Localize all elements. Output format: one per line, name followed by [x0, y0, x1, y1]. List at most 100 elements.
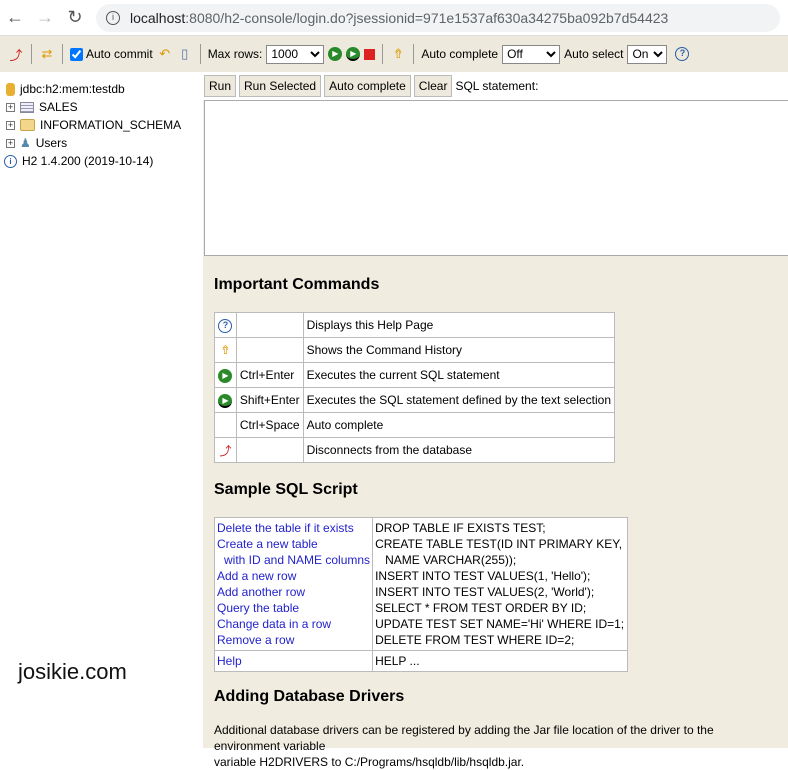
auto-commit-toggle[interactable]: Auto commit — [70, 47, 153, 61]
command-desc: Disconnects from the database — [302, 437, 616, 463]
drivers-title: Adding Database Drivers — [214, 688, 405, 705]
command-key: Shift+Enter — [235, 387, 304, 413]
auto-select-label: Auto select — [564, 47, 624, 61]
tree-item-users[interactable]: + ♟ Users — [6, 134, 203, 152]
separator — [62, 44, 63, 64]
refresh-icon[interactable]: ⇄ — [39, 46, 55, 62]
history-icon[interactable]: ⇮ — [390, 46, 406, 62]
run-icon[interactable]: ▶ — [328, 47, 343, 61]
help-panel: Important Commands ? Displays this Help P… — [203, 256, 788, 770]
auto-select-select[interactable]: On — [627, 44, 668, 64]
sql-editor[interactable] — [204, 100, 788, 256]
sample-link[interactable]: Add a new row — [217, 568, 370, 584]
separator — [382, 44, 384, 64]
info-icon[interactable]: i — [106, 10, 120, 25]
rollback-icon[interactable]: ↶ — [157, 46, 173, 62]
url-host: localhost — [130, 9, 186, 26]
url-path: :8080/h2-console/login.do?jsessionid=971… — [185, 9, 669, 26]
max-rows-select[interactable]: 1000 — [266, 44, 325, 64]
sample-sql-title: Sample SQL Script — [214, 481, 358, 498]
watermark: josikie.com — [18, 659, 127, 684]
auto-complete-button[interactable]: Auto complete — [324, 75, 411, 97]
separator — [199, 44, 201, 64]
run-button[interactable]: Run — [204, 75, 237, 97]
sample-sql: CREATE TABLE TEST(ID INT PRIMARY KEY, — [375, 537, 623, 551]
expand-icon[interactable]: + — [6, 120, 15, 130]
sample-link[interactable]: Remove a row — [217, 632, 370, 648]
command-desc: Executes the current SQL statement — [302, 362, 616, 388]
separator — [413, 44, 415, 64]
help-icon[interactable]: ? — [675, 47, 690, 61]
table-icon — [20, 101, 34, 113]
sample-link[interactable]: Query the table — [217, 600, 370, 616]
run-icon: ▶ — [218, 369, 233, 383]
table-row: ▶ Shift+Enter Executes the SQL statement d… — [214, 387, 616, 413]
clear-button[interactable]: Clear — [413, 75, 453, 97]
sample-link[interactable]: with ID and NAME columns — [217, 552, 370, 568]
commit-icon[interactable]: ▯ — [177, 46, 193, 62]
command-desc: Auto complete — [302, 412, 616, 438]
command-key — [235, 312, 304, 338]
sample-link[interactable]: Create a new table — [217, 536, 370, 552]
sample-sql: UPDATE TEST SET NAME='Hi' WHERE ID=1; — [375, 617, 625, 631]
history-icon: ⇮ — [220, 343, 231, 357]
tree-item-label: Users — [35, 136, 68, 150]
sample-sql: INSERT INTO TEST VALUES(2, 'World'); — [375, 585, 595, 599]
tree-item-sales[interactable]: + SALES — [6, 98, 203, 116]
run-selected-button[interactable]: Run Selected — [239, 75, 322, 97]
sample-link[interactable]: Change data in a row — [217, 616, 370, 632]
main-panel: Run Run Selected Auto complete Clear SQL… — [203, 72, 788, 769]
drivers-text: variable H2DRIVERS to C:/Programs/hsqldb… — [214, 755, 525, 769]
table-row: ▶ Ctrl+Enter Executes the current SQL stat… — [214, 362, 616, 388]
auto-complete-select[interactable]: Off — [502, 44, 561, 64]
browser-bar: ← → ↻ i localhost:8080/h2-console/login.… — [0, 0, 788, 36]
sample-sql: NAME VARCHAR(255)); — [385, 553, 517, 567]
command-key — [235, 337, 304, 363]
auto-complete-label: Auto complete — [421, 47, 499, 61]
tree-connection[interactable]: jdbc:h2:mem:testdb — [6, 80, 203, 98]
commands-table: ? Displays this Help Page ⇮ Shows the Comm… — [214, 312, 616, 463]
sample-sql-table: Delete the table if it exists Create a n… — [213, 517, 628, 672]
sample-link[interactable]: Delete the table if it exists — [217, 520, 370, 536]
reload-icon[interactable]: ↻ — [60, 7, 90, 28]
tree-item-information-schema[interactable]: + INFORMATION_SCHEMA — [6, 116, 203, 134]
tree-item-label: INFORMATION_SCHEMA — [40, 118, 182, 132]
sample-sql: INSERT INTO TEST VALUES(1, 'Hello'); — [375, 569, 591, 583]
table-row: Delete the table if it exists Create a n… — [213, 517, 628, 651]
version-label: H2 1.4.200 (2019-10-14) — [22, 154, 154, 168]
version-info: i H2 1.4.200 (2019-10-14) — [4, 152, 203, 170]
command-desc: Executes the SQL statement defined by th… — [302, 387, 616, 413]
disconnect-icon[interactable]: ⤴ — [8, 45, 24, 64]
address-bar[interactable]: i localhost:8080/h2-console/login.do?jse… — [96, 3, 780, 32]
help-sql: HELP ... — [372, 650, 628, 672]
sample-sql: SELECT * FROM TEST ORDER BY ID; — [375, 601, 587, 615]
toolbar: ⤴ ⇄ Auto commit ↶ ▯ Max rows: 1000 ▶ ▶ ⇮… — [0, 36, 788, 72]
connection-label: jdbc:h2:mem:testdb — [20, 82, 125, 96]
disconnect-icon: ⤴ — [219, 443, 232, 458]
command-key — [235, 437, 304, 463]
editor-toolbar: Run Run Selected Auto complete Clear SQL… — [203, 72, 788, 100]
back-icon[interactable]: ← — [0, 7, 30, 28]
sample-link[interactable]: Add another row — [217, 584, 370, 600]
drivers-text: Additional database drivers can be regis… — [214, 723, 714, 753]
important-commands-title: Important Commands — [214, 276, 380, 293]
expand-icon[interactable]: + — [6, 138, 15, 148]
table-row: Help HELP ... — [213, 650, 628, 672]
info-icon: i — [4, 154, 17, 168]
expand-icon[interactable]: + — [6, 102, 15, 112]
auto-commit-checkbox[interactable] — [70, 47, 83, 61]
table-row: Ctrl+Space Auto complete — [214, 412, 616, 438]
stop-icon[interactable] — [364, 48, 376, 60]
run-selected-icon[interactable]: ▶ — [346, 47, 361, 61]
run-selected-icon: ▶ — [218, 394, 233, 408]
help-link[interactable]: Help — [217, 653, 370, 669]
sample-sql: DELETE FROM TEST WHERE ID=2; — [375, 633, 575, 647]
auto-commit-label: Auto commit — [86, 47, 153, 61]
table-row: ? Displays this Help Page — [214, 312, 616, 338]
separator — [31, 44, 32, 64]
tree-item-label: SALES — [39, 100, 78, 114]
command-desc: Displays this Help Page — [302, 312, 616, 338]
folder-icon — [20, 119, 35, 131]
forward-icon[interactable]: → — [30, 7, 60, 28]
max-rows-label: Max rows: — [207, 47, 263, 61]
